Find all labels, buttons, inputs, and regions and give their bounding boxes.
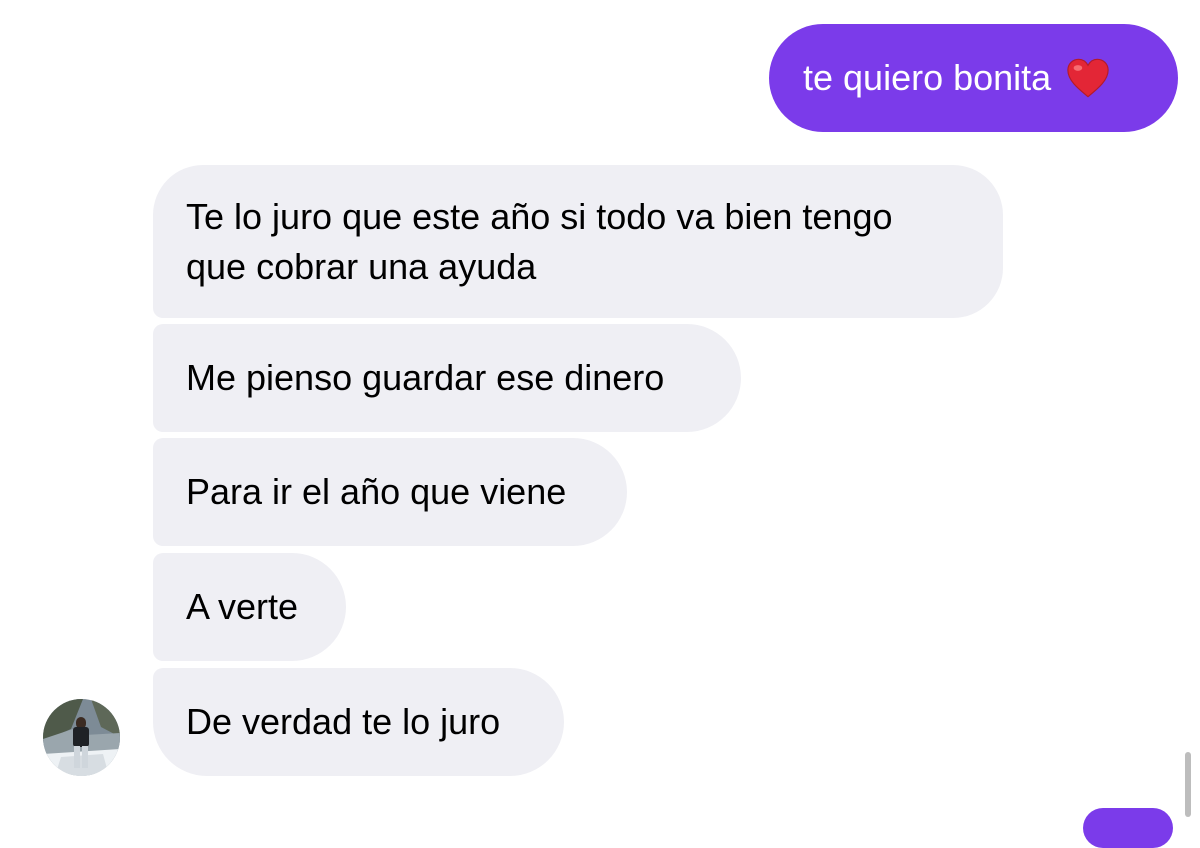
incoming-message-text: Para ir el año que viene <box>186 471 567 512</box>
chat-thread: te quiero bonita Te lo juro que este año… <box>0 0 1200 848</box>
incoming-message-text-line: Te lo juro que este año si todo va bien … <box>186 195 893 237</box>
incoming-message-text: De verdad te lo juro <box>186 701 501 742</box>
incoming-message-text: A verte <box>186 586 299 627</box>
outgoing-message-text: te quiero bonita <box>803 57 1052 98</box>
scrollbar[interactable] <box>1185 752 1191 817</box>
incoming-message-bubble[interactable]: De verdad te lo juro <box>153 668 564 776</box>
outgoing-message-bubble-partial[interactable] <box>1083 808 1173 848</box>
outgoing-message-bubble[interactable]: te quiero bonita <box>769 24 1178 132</box>
incoming-message-bubble[interactable]: A verte <box>153 553 346 661</box>
avatar-photo <box>43 699 120 776</box>
incoming-message-bubble[interactable]: Te lo juro que este año si todo va bien … <box>153 165 1003 318</box>
incoming-message-bubble[interactable]: Me pienso guardar ese dinero <box>153 324 741 432</box>
incoming-message-text-line: que cobrar una ayuda <box>186 245 537 287</box>
avatar[interactable] <box>43 699 120 776</box>
incoming-message-bubble[interactable]: Para ir el año que viene <box>153 438 627 546</box>
incoming-message-text: Me pienso guardar ese dinero <box>186 357 665 398</box>
heart-icon <box>1067 58 1109 98</box>
